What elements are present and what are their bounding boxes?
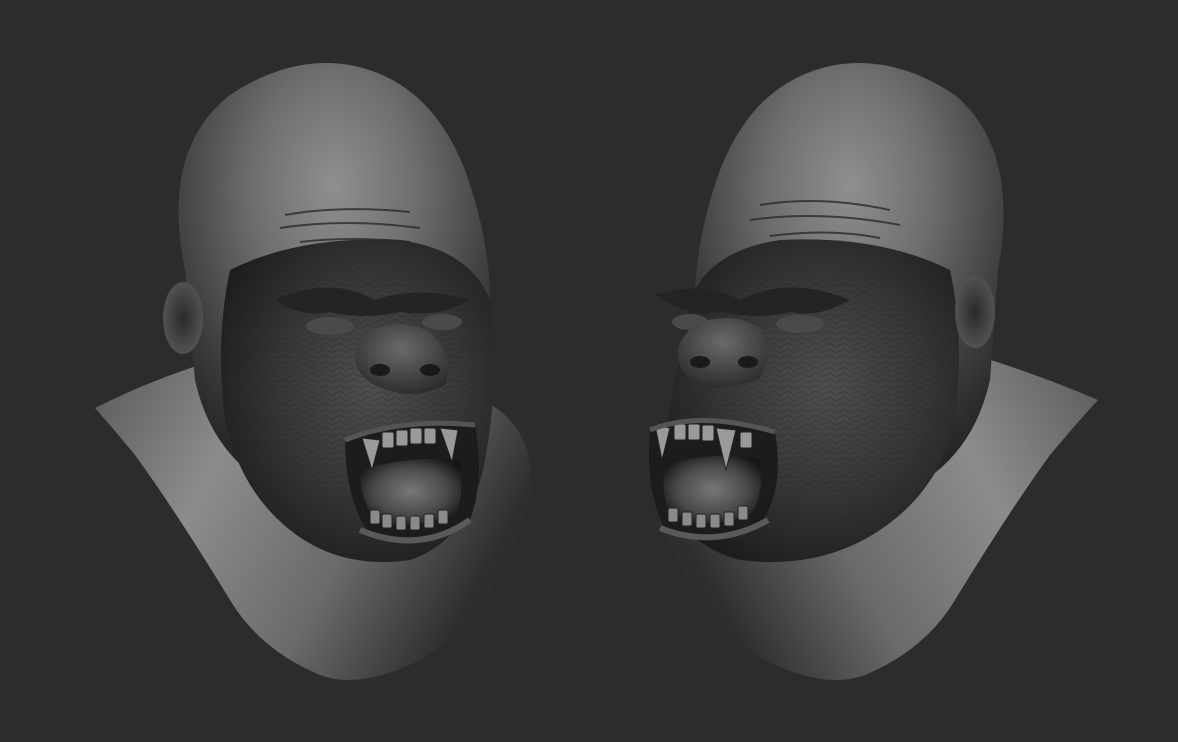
ear-right [955,276,995,348]
ear-left [163,282,203,354]
sculpt-render [95,63,1098,680]
eye-left-a [306,317,354,335]
eye-right-b [776,315,824,333]
gorilla-head-left-view [95,63,532,680]
render-viewport [0,0,1178,742]
gorilla-head-right-view [649,63,1098,680]
nose-right [677,318,768,388]
eye-left-b [422,314,462,330]
